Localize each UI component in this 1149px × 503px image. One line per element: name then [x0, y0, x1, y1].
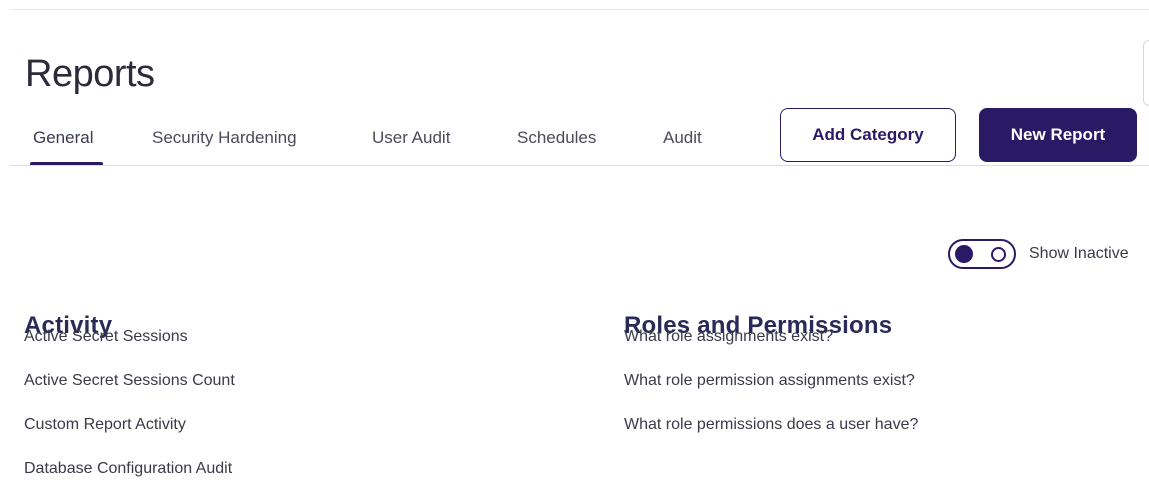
tab-general[interactable]: General: [33, 128, 93, 148]
report-link-role-permission-assignments[interactable]: What role permission assignments exist?: [624, 371, 918, 415]
roles-report-list: What role assignments exist? What role p…: [624, 327, 918, 459]
new-report-button[interactable]: New Report: [979, 108, 1137, 162]
top-divider: [10, 9, 1149, 10]
page-title: Reports: [25, 53, 155, 96]
show-inactive-label: Show Inactive: [1029, 245, 1129, 262]
report-link-role-assignments[interactable]: What role assignments exist?: [624, 327, 918, 371]
toggle-knob: [955, 245, 973, 263]
report-link-active-secret-sessions[interactable]: Active Secret Sessions: [24, 327, 235, 371]
report-link-user-role-permissions[interactable]: What role permissions does a user have?: [624, 415, 918, 459]
show-inactive-toggle[interactable]: [948, 239, 1016, 269]
tabs-divider: [10, 165, 1149, 166]
show-inactive-control: Show Inactive: [948, 238, 1129, 270]
add-category-button[interactable]: Add Category: [780, 108, 956, 162]
report-link-database-configuration-audit[interactable]: Database Configuration Audit: [24, 459, 235, 503]
tab-schedules[interactable]: Schedules: [517, 128, 596, 148]
search-box-edge[interactable]: [1143, 40, 1149, 106]
activity-report-list: Active Secret Sessions Active Secret Ses…: [24, 327, 235, 503]
toggle-off-indicator-icon: [991, 247, 1006, 262]
tab-security-hardening[interactable]: Security Hardening: [152, 128, 297, 148]
tab-audit[interactable]: Audit: [663, 128, 702, 148]
report-link-active-secret-sessions-count[interactable]: Active Secret Sessions Count: [24, 371, 235, 415]
tab-user-audit[interactable]: User Audit: [372, 128, 450, 148]
report-link-custom-report-activity[interactable]: Custom Report Activity: [24, 415, 235, 459]
